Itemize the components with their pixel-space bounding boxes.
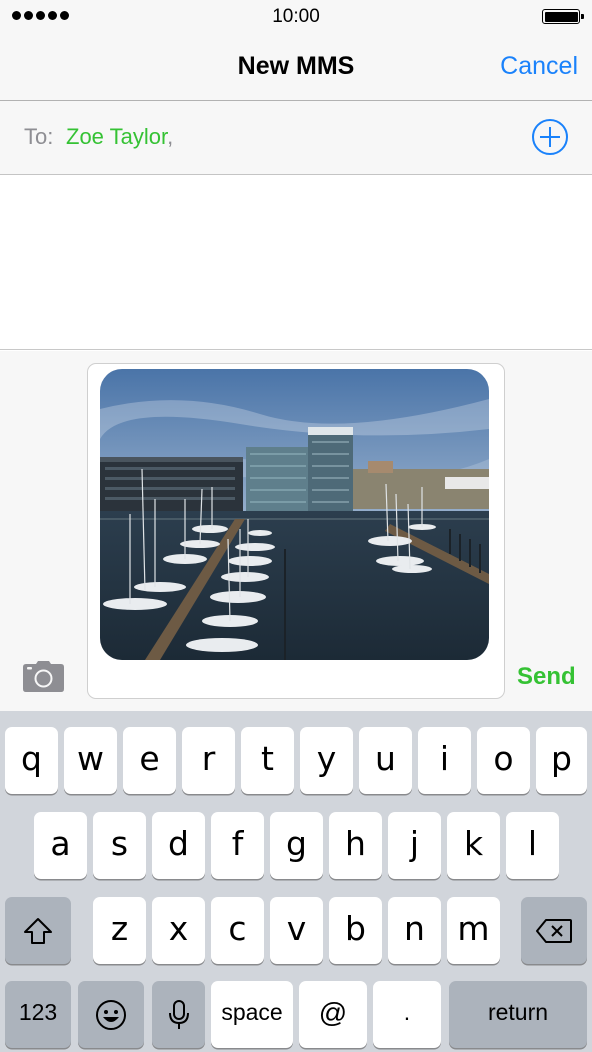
key-j[interactable]: j (388, 812, 441, 879)
status-bar: 10:00 (0, 0, 592, 34)
shift-key[interactable] (5, 897, 71, 964)
key-n[interactable]: n (388, 897, 441, 964)
key-t[interactable]: t (241, 727, 294, 794)
key-h[interactable]: h (329, 812, 382, 879)
space-key[interactable]: space (211, 981, 293, 1048)
camera-icon[interactable] (23, 661, 64, 692)
dictation-key[interactable] (152, 981, 205, 1048)
backspace-icon (536, 918, 572, 943)
shift-arrow-icon (24, 917, 52, 944)
to-label: To: (24, 124, 54, 149)
key-l[interactable]: l (506, 812, 559, 879)
status-time: 10:00 (272, 6, 320, 27)
numbers-key[interactable]: 123 (5, 981, 71, 1048)
period-key[interactable]: . (373, 981, 441, 1048)
key-e[interactable]: e (123, 727, 176, 794)
navigation-bar: New MMS Cancel (0, 34, 592, 101)
conversation-area (0, 175, 592, 350)
key-b[interactable]: b (329, 897, 382, 964)
return-key[interactable]: return (449, 981, 587, 1048)
recipient-chip[interactable]: Zoe Taylor, (66, 124, 173, 150)
key-g[interactable]: g (270, 812, 323, 879)
add-recipient-icon[interactable] (532, 119, 568, 155)
key-f[interactable]: f (211, 812, 264, 879)
cancel-button[interactable]: Cancel (500, 52, 578, 81)
key-r[interactable]: r (182, 727, 235, 794)
key-d[interactable]: d (152, 812, 205, 879)
send-button[interactable]: Send (517, 663, 576, 691)
key-w[interactable]: w (64, 727, 117, 794)
delete-key[interactable] (521, 897, 587, 964)
recipient-separator: , (167, 124, 174, 149)
key-y[interactable]: y (300, 727, 353, 794)
key-z[interactable]: z (93, 897, 146, 964)
emoji-icon (96, 999, 126, 1030)
microphone-icon (168, 999, 189, 1029)
key-v[interactable]: v (270, 897, 323, 964)
key-s[interactable]: s (93, 812, 146, 879)
key-m[interactable]: m (447, 897, 500, 964)
key-o[interactable]: o (477, 727, 530, 794)
photo-attachment[interactable] (100, 369, 489, 660)
key-i[interactable]: i (418, 727, 471, 794)
key-k[interactable]: k (447, 812, 500, 879)
recipient-field[interactable]: To: Zoe Taylor, (0, 101, 592, 175)
key-x[interactable]: x (152, 897, 205, 964)
at-key[interactable]: @ (299, 981, 367, 1048)
key-c[interactable]: c (211, 897, 264, 964)
emoji-key[interactable] (78, 981, 144, 1048)
battery-icon (542, 9, 584, 24)
key-p[interactable]: p (536, 727, 587, 794)
key-a[interactable]: a (34, 812, 87, 879)
keyboard: q w e r t y u i o p a s d f g h j k l z … (0, 711, 592, 1052)
recipient-name: Zoe Taylor (66, 124, 168, 149)
key-u[interactable]: u (359, 727, 412, 794)
key-q[interactable]: q (5, 727, 58, 794)
